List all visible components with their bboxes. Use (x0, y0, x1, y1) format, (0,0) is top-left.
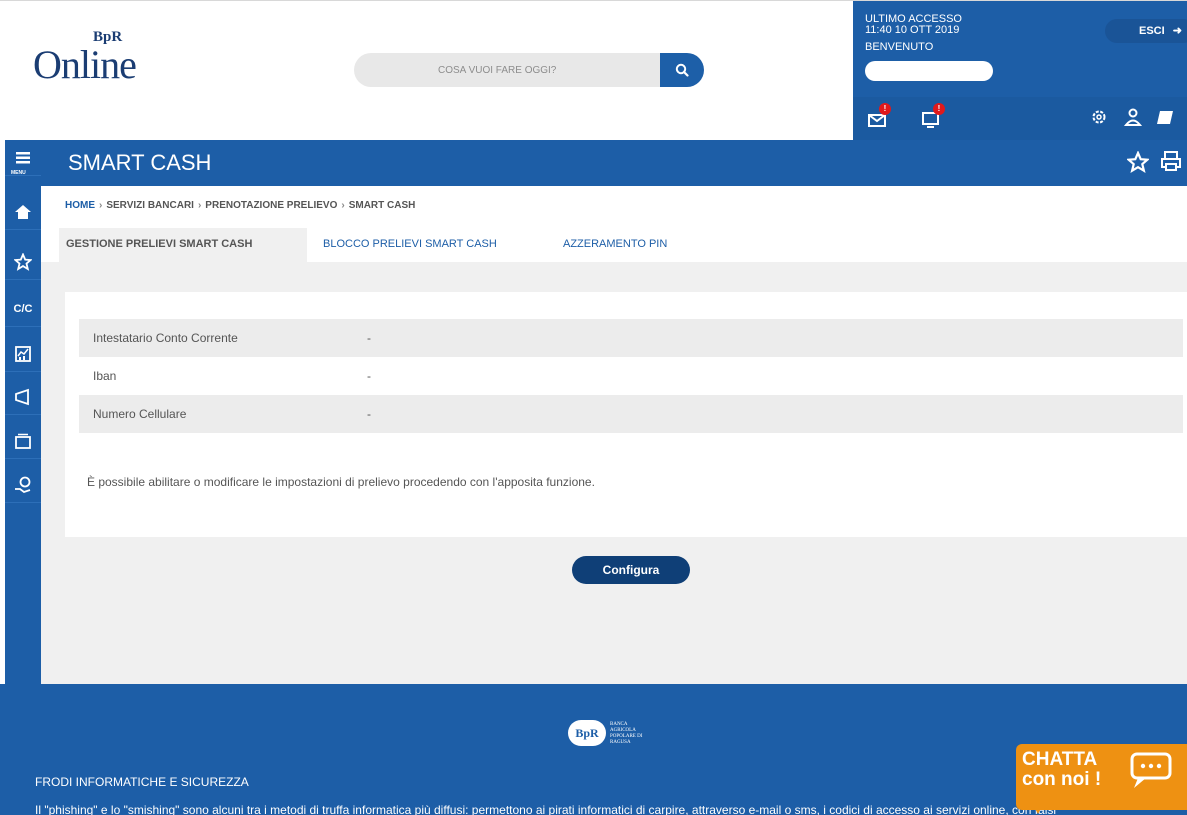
breadcrumb-home[interactable]: HOME (65, 200, 95, 211)
details-panel: Intestatario Conto Corrente - Iban - Num… (65, 292, 1187, 537)
breadcrumb-item-servizi-bancari[interactable]: SERVIZI BANCARI (106, 200, 194, 211)
header: BpR Online ULTIMO ACCESSO 11:40 10 OTT 2… (0, 0, 1187, 141)
book-icon (1157, 111, 1173, 124)
sidebar-item-support[interactable] (5, 467, 41, 503)
detail-value: - (367, 407, 371, 421)
sidebar-menu-button[interactable]: MENU (5, 140, 41, 176)
notifications-button[interactable]: ! (921, 103, 945, 131)
info-note: È possibile abilitare o modificare le im… (87, 475, 595, 489)
detail-label: Iban (93, 369, 117, 383)
page: BpR Online ULTIMO ACCESSO 11:40 10 OTT 2… (0, 0, 1187, 815)
chat-tail (1028, 796, 1048, 814)
sidebar-item-conto-corrente[interactable]: C/C (5, 291, 41, 327)
hamburger-icon (16, 151, 30, 163)
breadcrumb-separator: › (341, 200, 345, 211)
online-logo[interactable]: BpR Online (33, 29, 153, 89)
footer: BpR BANCA AGRICOLA POPOLARE DI RAGUSA FR… (0, 684, 1187, 815)
page-title: SMART CASH (68, 150, 212, 175)
sidebar-item-cards[interactable] (5, 423, 41, 459)
search-icon (675, 63, 689, 77)
breadcrumb-separator: › (99, 200, 103, 211)
breadcrumb-item-smart-cash: SMART CASH (348, 200, 416, 211)
detail-label: Intestatario Conto Corrente (93, 331, 238, 345)
tab-gestione-prelievi[interactable]: GESTIONE PRELIEVI SMART CASH (59, 228, 307, 262)
tab-blocco-prelievi[interactable]: BLOCCO PRELIEVI SMART CASH (323, 228, 497, 262)
star-icon (14, 252, 32, 271)
footer-heading: FRODI INFORMATICHE E SICUREZZA (35, 775, 249, 789)
book-button[interactable] (1155, 107, 1179, 131)
logout-button[interactable]: ESCI ➜ (1105, 19, 1187, 43)
detail-label: Numero Cellulare (93, 407, 187, 421)
notifications-badge: ! (933, 103, 945, 115)
title-bar: SMART CASH (41, 140, 1187, 186)
home-icon (15, 204, 31, 219)
footer-text: Il "phishing" e lo "smishing" sono alcun… (35, 803, 1057, 815)
user-icon (1123, 108, 1143, 126)
bank-logo-name: BANCA AGRICOLA POPOLARE DI RAGUSA (610, 722, 643, 745)
main-content: HOME › SERVIZI BANCARI › PRENOTAZIONE PRELIE… (41, 186, 1187, 684)
detail-value: - (367, 369, 371, 383)
search-input[interactable] (354, 53, 674, 87)
breadcrumb-separator: › (197, 200, 202, 211)
search-button[interactable] (660, 53, 704, 87)
hand-coin-icon (15, 476, 31, 493)
last-access: ULTIMO ACCESSO 11:40 10 OTT 2019 (865, 14, 962, 36)
cc-label: C/C (13, 302, 33, 315)
breadcrumb-item-prenotazione-prelievo[interactable]: PRENOTAZIONE PRELIEVO (205, 200, 337, 211)
user-panel: ULTIMO ACCESSO 11:40 10 OTT 2019 BENVENU… (853, 1, 1187, 141)
tab-azzeramento-pin[interactable]: AZZERAMENTO PIN (563, 228, 667, 262)
detail-row: Intestatario Conto Corrente - (79, 319, 1183, 357)
messages-button[interactable]: ! (867, 103, 891, 131)
search-bar (354, 53, 704, 87)
profile-button[interactable] (1123, 107, 1147, 131)
chat-bubble-icon (1124, 750, 1176, 795)
breadcrumb: HOME › SERVIZI BANCARI › PRENOTAZIONE PRELIE… (41, 186, 1187, 228)
tab-bar: GESTIONE PRELIEVI SMART CASH BLOCCO PREL… (41, 228, 1187, 262)
logout-arrow-icon: ➜ (1172, 25, 1182, 37)
settings-button[interactable] (1089, 107, 1113, 131)
detail-row: Numero Cellulare - (79, 395, 1183, 433)
bank-logo-mark: BpR (568, 720, 606, 746)
sidebar-item-investments[interactable] (5, 336, 41, 372)
logo-word: Online (33, 42, 137, 87)
chart-icon (15, 345, 31, 362)
sidebar: MENU C/C (5, 140, 41, 684)
printer-icon (1161, 151, 1181, 171)
detail-value: - (367, 331, 371, 345)
megaphone-icon (15, 388, 29, 405)
configure-button[interactable]: Configura (572, 556, 690, 584)
card-icon (15, 433, 31, 449)
detail-row: Iban - (79, 357, 1183, 395)
gear-icon (1092, 110, 1106, 124)
sidebar-item-favorites[interactable] (5, 244, 41, 280)
welcome-label: BENVENUTO (865, 41, 934, 53)
add-favorite-button[interactable] (1125, 150, 1151, 178)
redacted-username (865, 61, 993, 81)
print-button[interactable] (1159, 149, 1183, 178)
star-icon (1125, 150, 1151, 173)
bank-logo: BpR BANCA AGRICOLA POPOLARE DI RAGUSA (568, 720, 648, 746)
chat-line1: CHATTA (1022, 749, 1098, 770)
chat-line2: con noi ! (1022, 769, 1102, 790)
sidebar-item-promotions[interactable] (5, 379, 41, 415)
logout-label: ESCI (1139, 25, 1165, 37)
chat-widget[interactable]: CHATTA con noi ! (1016, 744, 1187, 814)
messages-badge: ! (879, 103, 891, 115)
menu-label: MENU (11, 170, 26, 176)
last-access-value: 11:40 10 OTT 2019 (865, 24, 960, 36)
sidebar-item-home[interactable] (5, 194, 41, 230)
